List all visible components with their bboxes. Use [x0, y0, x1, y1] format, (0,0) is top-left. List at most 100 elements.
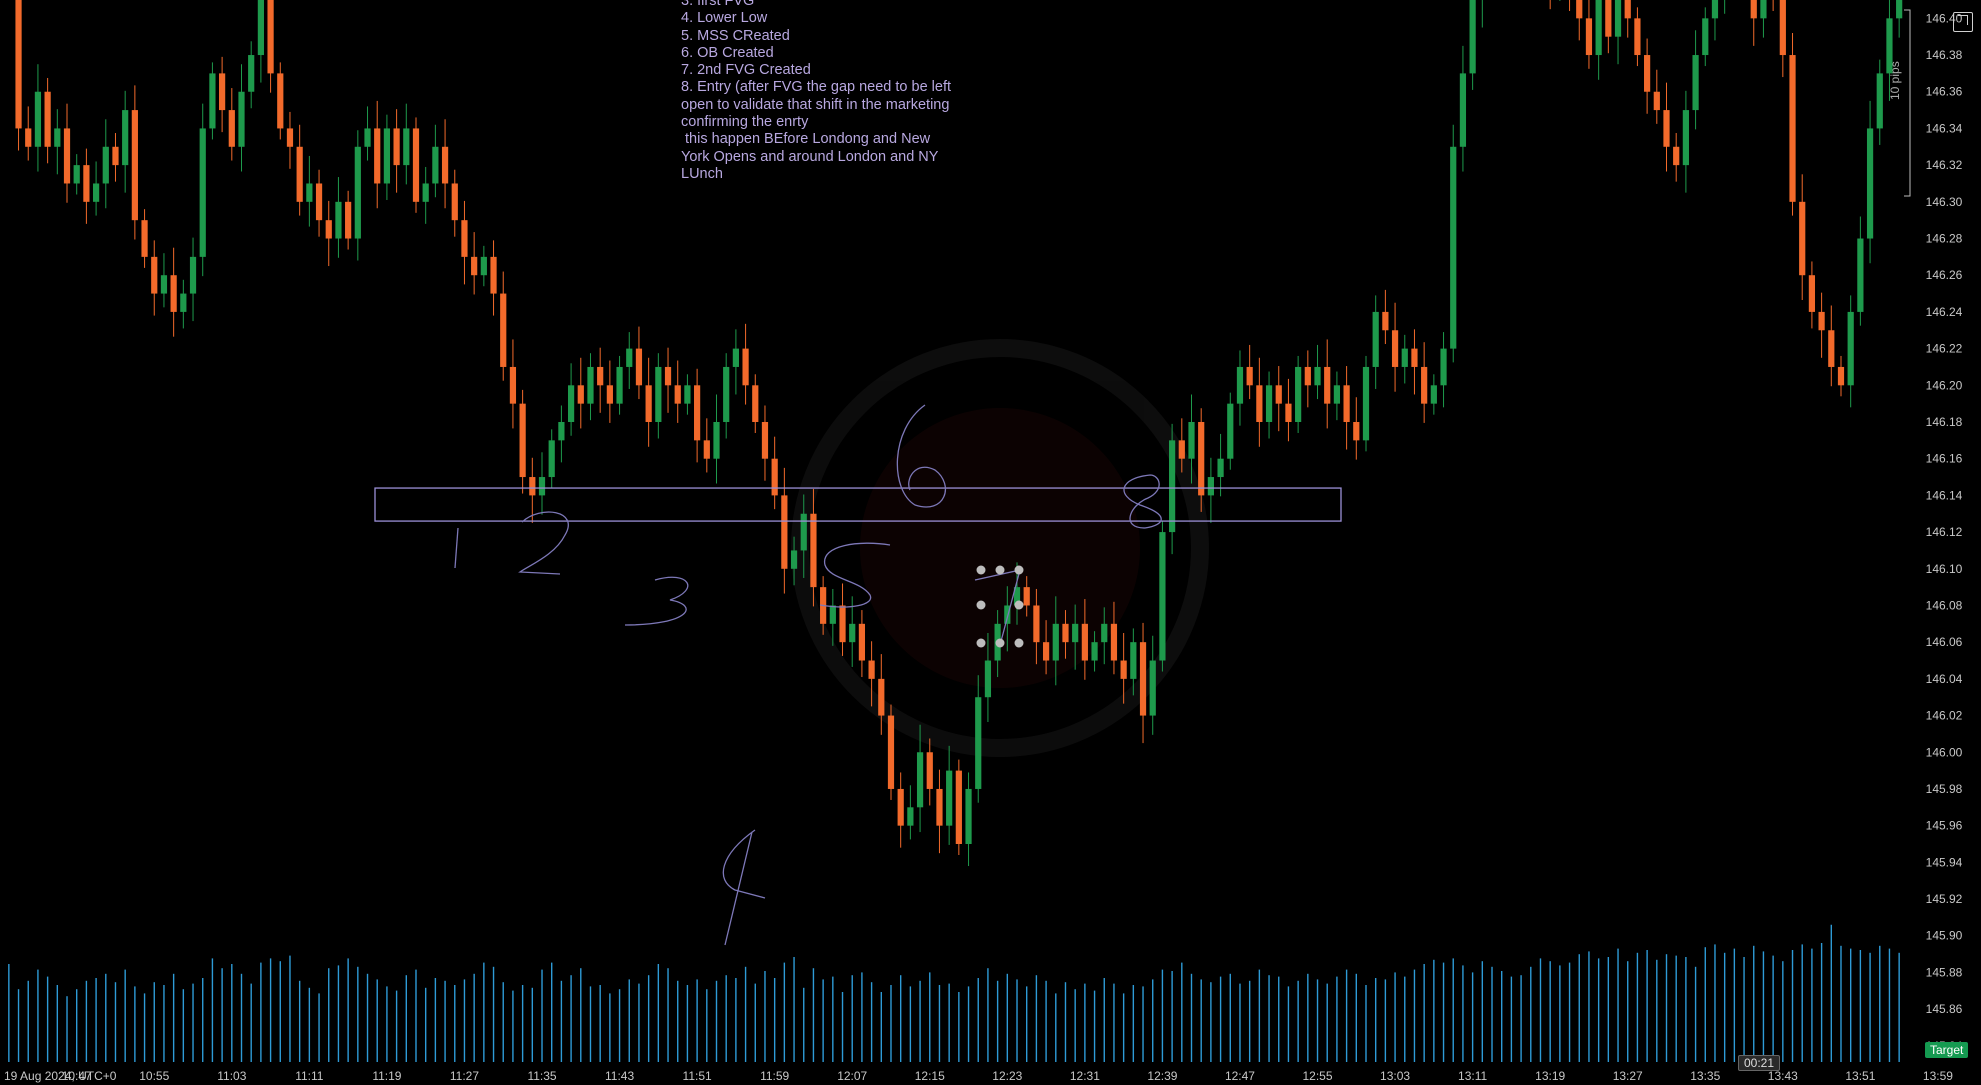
x-tick-label: 11:03 — [217, 1069, 246, 1083]
candle — [1362, 355, 1370, 452]
candle — [1808, 261, 1816, 329]
candle — [752, 374, 759, 434]
candle — [1837, 355, 1845, 397]
candle — [1634, 7, 1641, 67]
candle — [1866, 100, 1874, 264]
pips-scale-label: 10 pips — [1888, 61, 1902, 100]
x-tick-label: 13:59 — [1923, 1069, 1953, 1083]
candle — [1847, 295, 1854, 408]
x-tick-label: 12:23 — [992, 1069, 1022, 1083]
candle — [936, 769, 943, 854]
candle — [1411, 329, 1418, 395]
candle — [1605, 0, 1612, 54]
candle — [306, 155, 313, 227]
candle — [1159, 521, 1166, 672]
candle — [364, 106, 371, 161]
x-tick-label: 11:59 — [760, 1069, 789, 1083]
candle — [374, 100, 381, 209]
candle — [1149, 635, 1156, 735]
y-tick-label: 146.34 — [1926, 121, 1963, 135]
candle — [1585, 0, 1593, 69]
candle — [626, 332, 633, 389]
candle — [897, 772, 904, 848]
candle — [141, 209, 148, 268]
note-line: 8. Entry (after FVG the gap need to be l… — [681, 79, 956, 131]
candle — [325, 200, 332, 267]
candle — [1314, 344, 1321, 400]
x-tick-label: 11:51 — [683, 1069, 712, 1083]
candle — [703, 418, 710, 473]
candle — [228, 88, 235, 161]
candle — [781, 467, 788, 594]
note-line: 3. first FVG — [681, 0, 755, 9]
pips-scale-bracket — [1904, 9, 1911, 197]
candle — [1139, 622, 1147, 744]
candle — [1772, 0, 1774, 12]
price-chart[interactable]: 146.40146.38146.36146.34146.32146.30146.… — [0, 0, 1981, 1085]
candle — [170, 247, 177, 337]
target-badge[interactable]: Target — [1925, 1042, 1969, 1058]
note-line: 6. OB Created — [681, 44, 774, 61]
candle — [742, 323, 749, 405]
candle — [1760, 0, 1767, 38]
candle — [199, 103, 206, 277]
candle — [286, 111, 294, 169]
candle — [1828, 305, 1835, 387]
candle — [645, 357, 652, 447]
candle — [538, 452, 546, 515]
candle — [160, 253, 168, 308]
candle — [616, 355, 623, 415]
candle — [1430, 374, 1437, 415]
candle — [655, 353, 662, 439]
drawn-number-1 — [454, 527, 459, 569]
y-tick-label: 146.24 — [1926, 305, 1963, 319]
candle — [403, 103, 410, 185]
candle — [15, 0, 22, 151]
candle — [674, 360, 681, 423]
candle — [1682, 90, 1689, 193]
candle — [839, 583, 846, 656]
candle — [267, 0, 274, 93]
strategy-notes: 3. first FVG 4. Lower Low 5. MSS CReated 6.… — [681, 0, 961, 183]
y-tick-label: 145.88 — [1926, 965, 1963, 979]
candle — [73, 154, 80, 195]
candle — [1372, 295, 1379, 389]
candle — [1595, 0, 1602, 80]
candle — [219, 56, 226, 133]
candle — [723, 353, 730, 439]
candle — [965, 772, 972, 867]
expand-icon[interactable] — [1953, 12, 1973, 32]
y-tick-label: 146.04 — [1926, 672, 1963, 686]
candle — [383, 114, 391, 200]
y-tick-label: 146.38 — [1926, 48, 1963, 62]
candle — [887, 704, 895, 800]
x-tick-label: 12:07 — [837, 1069, 867, 1083]
candle-timer-badge: 00:21 — [1738, 1055, 1781, 1071]
candle — [1789, 33, 1796, 216]
candle — [606, 360, 613, 423]
candle — [1382, 289, 1389, 345]
candle — [238, 64, 245, 172]
candle — [955, 759, 962, 856]
candle — [412, 117, 420, 213]
y-tick-label: 146.36 — [1926, 85, 1963, 99]
candle — [1711, 0, 1719, 41]
y-tick-label: 146.22 — [1926, 342, 1963, 356]
candle — [1265, 371, 1273, 439]
candle — [1549, 0, 1551, 10]
candle — [1876, 59, 1883, 145]
candle — [548, 429, 555, 489]
candle — [907, 785, 914, 840]
y-tick-label: 145.92 — [1926, 892, 1963, 906]
y-tick-label: 146.02 — [1926, 709, 1963, 723]
candle — [432, 124, 439, 198]
drawn-number-4 — [722, 829, 766, 946]
note-line: 5. MSS CReated — [681, 27, 790, 44]
candle — [1421, 342, 1428, 423]
candle — [558, 405, 565, 463]
volume-bars — [8, 924, 1900, 1062]
candle — [345, 190, 352, 250]
candle — [1285, 378, 1292, 442]
candle — [1236, 350, 1244, 426]
candle — [461, 200, 468, 285]
